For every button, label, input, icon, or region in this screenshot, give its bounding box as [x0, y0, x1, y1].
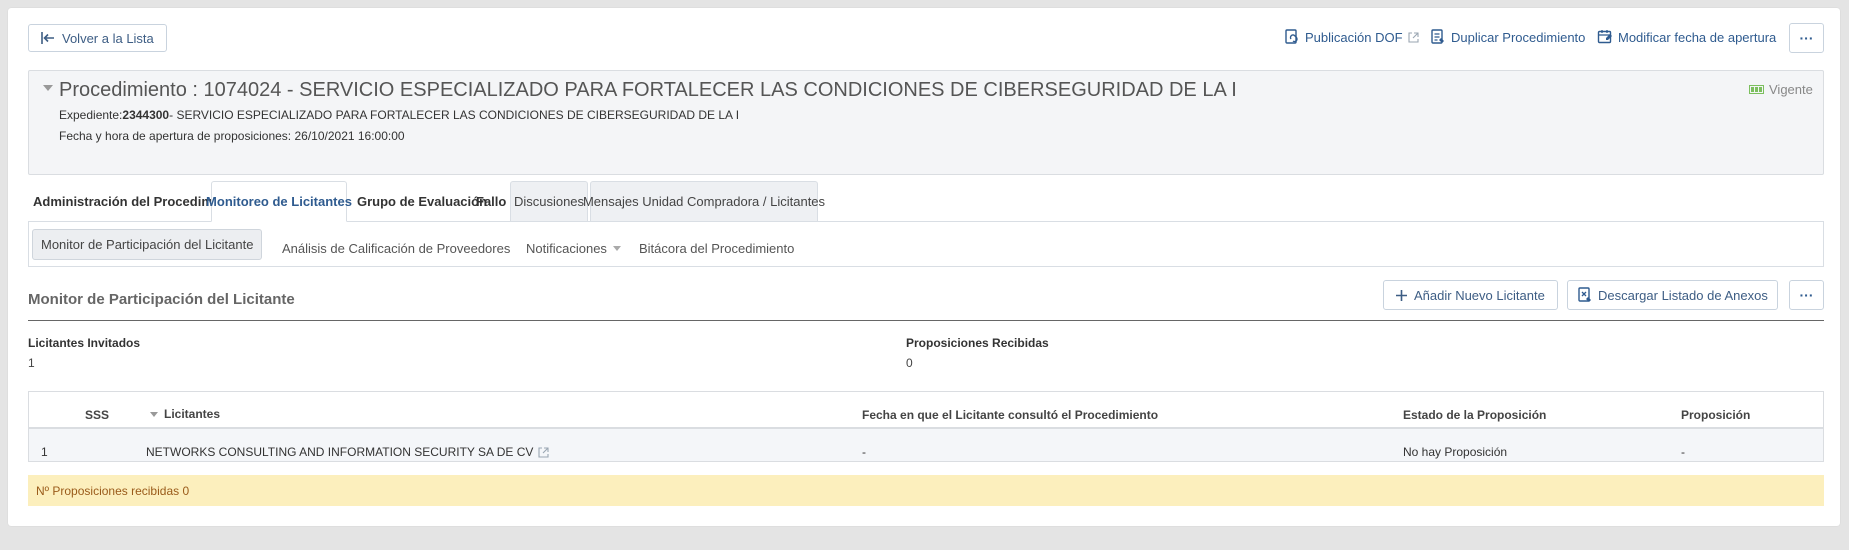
column-licitantes[interactable]: Licitantes: [150, 407, 220, 421]
invited-value: 1: [28, 356, 35, 370]
add-licitante-label: Añadir Nuevo Licitante: [1414, 287, 1545, 303]
duplicar-procedimiento-link[interactable]: Duplicar Procedimiento: [1430, 29, 1585, 45]
status-badge: Vigente: [1749, 82, 1813, 97]
subtab-analisis-label: Análisis de Calificación de Proveedores: [282, 240, 511, 256]
external-link-icon-2[interactable]: [538, 446, 549, 458]
external-link-icon: [1407, 31, 1419, 43]
status-label: Vigente: [1769, 82, 1813, 97]
duplicar-procedimiento-label: Duplicar Procedimiento: [1451, 29, 1586, 45]
tab-monitoreo[interactable]: Monitoreo de Licitantes: [206, 181, 352, 222]
section-title: Monitor de Participación del Licitante: [28, 291, 295, 308]
subtab-bitacora[interactable]: Bitácora del Procedimiento: [639, 231, 794, 265]
tab-mensajes-label: Mensajes Unidad Compradora / Licitantes: [582, 194, 826, 209]
download-anexos-label: Descargar Listado de Anexos: [1598, 287, 1768, 303]
toolbar-more-button[interactable]: ···: [1789, 23, 1824, 53]
licitante-name[interactable]: NETWORKS CONSULTING AND INFORMATION SECU…: [146, 445, 533, 459]
tab-grupo-evaluacion[interactable]: Grupo de Evaluación: [357, 181, 487, 221]
sort-caret-icon: [150, 411, 158, 417]
procedure-header: Procedimiento : 1074024 - SERVICIO ESPEC…: [28, 70, 1824, 175]
tab-discusiones[interactable]: Discusiones: [510, 181, 588, 221]
column-fecha-consulta[interactable]: Fecha en que el Licitante consultó el Pr…: [862, 408, 1158, 422]
page-title: Procedimiento : 1074024 - SERVICIO ESPEC…: [59, 79, 1237, 101]
expediente-label: Expediente:: [59, 108, 123, 122]
expediente-description: - SERVICIO ESPECIALIZADO PARA FORTALECER…: [169, 108, 740, 122]
proposiciones-note: Nº Proposiciones recibidas 0: [28, 475, 1824, 506]
tab-fallo[interactable]: Fallo: [476, 181, 506, 221]
cell-licitante[interactable]: NETWORKS CONSULTING AND INFORMATION SECU…: [146, 445, 549, 459]
subtab-monitor-participacion[interactable]: Monitor de Participación del Licitante: [32, 229, 263, 260]
subtab-notificaciones[interactable]: Notificaciones: [526, 231, 621, 265]
subtab-notificaciones-label: Notificaciones: [526, 240, 607, 256]
back-arrow-icon: [41, 32, 54, 44]
tab-grupo-label: Grupo de Evaluación: [357, 193, 488, 209]
column-licitantes-label: Licitantes: [164, 407, 221, 421]
column-sss[interactable]: SSS: [85, 408, 109, 422]
caret-down-icon: [612, 245, 621, 251]
tab-discusiones-label: Discusiones: [513, 194, 585, 209]
received-value: 0: [906, 356, 913, 370]
download-document-icon: [1578, 287, 1591, 302]
publicacion-dof-label: Publicación DOF: [1305, 29, 1403, 45]
modificar-fecha-label: Modificar fecha de apertura: [1618, 29, 1777, 45]
subtab-monitor-label: Monitor de Participación del Licitante: [41, 237, 254, 252]
back-to-list-label: Volver a la Lista: [62, 30, 154, 46]
cell-estado: No hay Proposición: [1403, 445, 1508, 459]
column-proposicion[interactable]: Proposición: [1681, 408, 1750, 422]
modificar-fecha-link[interactable]: Modificar fecha de apertura: [1597, 29, 1776, 45]
main-card: Volver a la Lista Publicación DOF Duplic…: [8, 8, 1840, 526]
expediente-number: 2344300: [122, 108, 170, 122]
publicacion-dof-link[interactable]: Publicación DOF: [1284, 29, 1419, 45]
expediente-line: Expediente:2344300- SERVICIO ESPECIALIZA…: [59, 108, 739, 122]
plus-icon: [1396, 289, 1407, 301]
proposiciones-note-text: Nº Proposiciones recibidas 0: [36, 483, 190, 498]
more-dots-icon-2: ···: [1799, 287, 1814, 303]
invited-label: Licitantes Invitados: [28, 336, 141, 350]
column-estado[interactable]: Estado de la Proposición: [1403, 408, 1546, 422]
add-licitante-button[interactable]: Añadir Nuevo Licitante: [1383, 280, 1558, 310]
apertura-date: Fecha y hora de apertura de proposicione…: [59, 129, 405, 143]
more-dots-icon: ···: [1799, 30, 1814, 46]
tab-fallo-label: Fallo: [476, 193, 507, 209]
received-label: Proposiciones Recibidas: [906, 336, 1049, 350]
tab-mensajes[interactable]: Mensajes Unidad Compradora / Licitantes: [583, 181, 825, 221]
battery-status-icon: [1749, 85, 1764, 94]
cell-index: 1: [41, 445, 48, 459]
subtab-bitacora-label: Bitácora del Procedimiento: [639, 240, 795, 256]
collapse-caret-icon[interactable]: [43, 85, 53, 92]
section-divider: [28, 320, 1824, 321]
download-anexos-button[interactable]: Descargar Listado de Anexos: [1567, 280, 1778, 310]
tab-monitoreo-label: Monitoreo de Licitantes: [206, 194, 352, 209]
back-to-list-button[interactable]: Volver a la Lista: [28, 24, 167, 52]
cell-fecha-consulta: -: [862, 445, 866, 459]
document-link-icon: [1285, 29, 1298, 44]
section-more-button[interactable]: ···: [1789, 280, 1824, 310]
calendar-edit-icon: [1597, 30, 1612, 44]
duplicate-document-icon: [1431, 29, 1444, 44]
cell-proposicion: -: [1681, 445, 1685, 459]
subtab-analisis-calificacion[interactable]: Análisis de Calificación de Proveedores: [282, 231, 510, 265]
